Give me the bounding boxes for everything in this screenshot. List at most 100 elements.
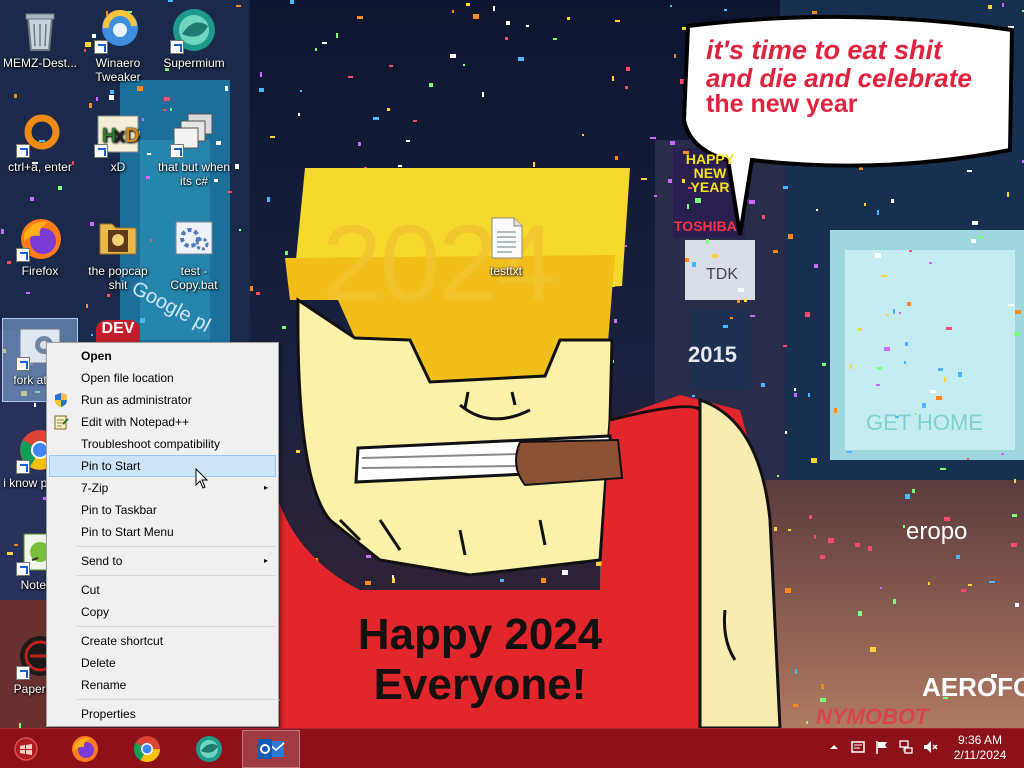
confetti-piece [967, 458, 969, 460]
confetti-piece [413, 120, 417, 122]
sign-tdk: TDK [706, 266, 738, 283]
confetti-piece [366, 555, 371, 558]
sign-aeropostale: eropo [906, 518, 968, 545]
desktop-icon-label: ctrl+a, enter [8, 160, 72, 174]
confetti-piece [290, 0, 294, 4]
confetti-piece [493, 6, 495, 11]
confetti-piece [783, 345, 787, 347]
taskbar-firefox-button[interactable] [56, 730, 114, 768]
menu-item-open-file-location[interactable]: Open file location [49, 367, 276, 389]
uac-shield-icon [55, 393, 67, 407]
confetti-piece [348, 76, 353, 78]
confetti-piece [235, 164, 239, 169]
shortcut-arrow-icon [170, 144, 184, 158]
desktop-icon-test-copy-bat[interactable]: test - Copy.bat [156, 210, 232, 292]
confetti-piece [922, 403, 926, 408]
menu-item-troubleshoot-compatibility[interactable]: Troubleshoot compatibility [49, 433, 276, 455]
menu-item-edit-with-notepad-plus[interactable]: Edit with Notepad++ [49, 411, 276, 433]
confetti-piece [777, 475, 779, 477]
confetti-piece [737, 300, 740, 303]
taskbar-supermium-button[interactable] [180, 730, 238, 768]
confetti-piece [712, 254, 718, 258]
confetti-piece [884, 347, 890, 351]
confetti-piece [270, 136, 275, 138]
confetti-piece [785, 431, 787, 434]
menu-item-copy[interactable]: Copy [49, 601, 276, 623]
desktop-icon-ctrl-a-enter[interactable]: ctrl+a, enter [2, 106, 78, 174]
confetti-piece [814, 535, 816, 539]
taskbar [0, 728, 1024, 768]
confetti-piece [58, 186, 62, 190]
desktop-icon-winaero-tweaker[interactable]: Winaero Tweaker [80, 2, 156, 84]
sign-toshiba: TOSHIBA [674, 218, 737, 234]
confetti-piece [533, 162, 535, 167]
confetti-piece [905, 494, 910, 499]
shortcut-arrow-icon [94, 144, 108, 158]
menu-item-delete[interactable]: Delete [49, 652, 276, 674]
confetti-piece [685, 258, 689, 262]
confetti-piece [625, 86, 628, 89]
poster-line-1: Happy 2024 [357, 610, 603, 659]
confetti-piece [909, 250, 912, 252]
start-button[interactable] [0, 730, 52, 768]
desktop-icon-supermium[interactable]: Supermium [156, 2, 232, 70]
confetti-piece [893, 599, 896, 604]
confetti-piece [876, 384, 880, 386]
show-hidden-icons-chevron[interactable] [826, 739, 842, 755]
confetti-piece [582, 134, 584, 136]
taskbar-outlook-button[interactable] [242, 730, 300, 768]
confetti-piece [971, 239, 976, 243]
confetti-piece [473, 14, 479, 19]
confetti-piece [282, 326, 286, 329]
menu-item-rename[interactable]: Rename [49, 674, 276, 696]
context-menu: Open Open file location Run as administr… [46, 342, 279, 727]
confetti-piece [809, 515, 812, 519]
flag-icon[interactable] [874, 739, 890, 755]
menu-item-properties[interactable]: Properties [49, 703, 276, 725]
desktop-icon-the-popcap-shit[interactable]: the popcap shit [80, 210, 156, 292]
desktop-icon-label: Winaero Tweaker [95, 56, 141, 84]
confetti-piece [723, 325, 728, 328]
confetti-piece [936, 396, 942, 400]
desktop-icon-firefox[interactable]: Firefox [2, 210, 78, 278]
recycle-bin-icon [16, 6, 64, 54]
confetti-piece [828, 538, 834, 543]
confetti-piece [86, 304, 88, 308]
confetti-piece [1007, 192, 1009, 197]
desktop-icon-memz[interactable]: MEMZ-Dest... [2, 2, 78, 70]
volume-muted-icon[interactable] [922, 739, 938, 755]
confetti-piece [912, 489, 915, 493]
confetti-piece [834, 408, 837, 413]
desktop-icon-xd[interactable]: HxD xD [80, 106, 156, 174]
sign-2015: 2015 [688, 342, 737, 367]
menu-item-7-zip[interactable]: 7-Zip ▸ [49, 477, 276, 499]
taskbar-chrome-button[interactable] [118, 730, 176, 768]
confetti-piece [506, 21, 510, 25]
action-center-icon[interactable] [850, 739, 866, 755]
menu-item-run-as-administrator[interactable]: Run as administrator [49, 389, 276, 411]
bubble-line-3: the new year [706, 90, 858, 118]
text-file-icon [482, 214, 530, 262]
network-icon[interactable] [898, 739, 914, 755]
confetti-piece [641, 178, 647, 180]
menu-separator [77, 699, 276, 700]
submenu-arrow-icon: ▸ [263, 556, 268, 565]
confetti-piece [466, 3, 470, 6]
desktop-icon-that-but-when-its-c[interactable]: that but when its c# [156, 106, 232, 188]
menu-item-pin-to-taskbar[interactable]: Pin to Taskbar [49, 499, 276, 521]
menu-item-pin-to-start[interactable]: Pin to Start [49, 455, 276, 477]
menu-item-pin-to-start-menu[interactable]: Pin to Start Menu [49, 521, 276, 543]
confetti-piece [1001, 453, 1004, 455]
confetti-piece [904, 361, 906, 364]
taskbar-clock[interactable]: 9:36 AM 2/11/2024 [948, 733, 1012, 763]
confetti-piece [773, 250, 778, 253]
confetti-piece [870, 647, 876, 652]
desktop-icon-testtxt[interactable]: testtxt [468, 210, 544, 278]
menu-item-send-to[interactable]: Send to ▸ [49, 550, 276, 572]
confetti-piece [1008, 304, 1014, 306]
menu-item-open[interactable]: Open [49, 345, 276, 367]
menu-item-cut[interactable]: Cut [49, 579, 276, 601]
menu-item-create-shortcut[interactable]: Create shortcut [49, 630, 276, 652]
confetti-piece [903, 525, 905, 528]
confetti-piece [805, 312, 810, 317]
